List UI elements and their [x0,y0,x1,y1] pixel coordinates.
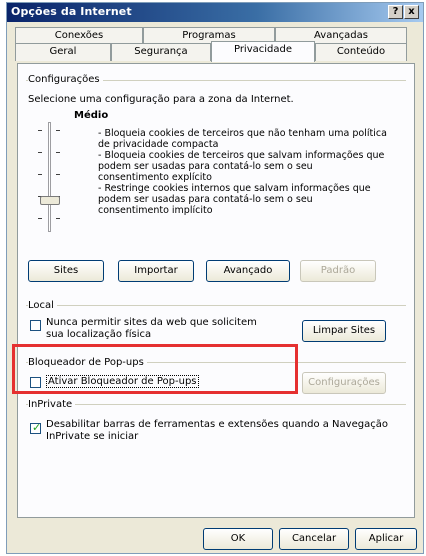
desc-line: podem ser usadas para contatá-lo sem o s… [98,194,313,205]
import-button[interactable]: Importar [118,260,194,282]
slider-tick [38,130,42,131]
clear-sites-button[interactable]: Limpar Sites [302,320,386,342]
zone-prompt: Selecione uma configuração para a zona d… [28,94,294,105]
tab-seguranca[interactable]: Segurança [111,43,211,61]
location-checkbox[interactable] [30,320,41,331]
tab-label: Privacidade [233,44,293,55]
tab-privacidade[interactable]: Privacidade [211,41,315,62]
popup-highlight-box [12,344,298,394]
desc-line: podem ser usadas para contatá-lo sem o s… [98,161,313,172]
checkmark-icon: ✓ [32,421,42,434]
default-button[interactable]: Padrão [300,260,376,282]
internet-options-window: Opções da Internet ? x Conexões Programa… [6,2,424,554]
desc-line: - Restringe cookies internos que salvam … [98,183,371,194]
tab-label: Programas [182,30,236,41]
close-button[interactable]: x [404,5,419,19]
window-title: Opções da Internet [11,5,132,18]
slider-tick [56,152,60,153]
settings-group-label: Configurações [28,74,103,85]
inprivate-label-line1: Desabilitar barras de ferramentas e exte… [46,419,388,430]
desc-line: - Bloqueia cookies de terceiros que não … [98,128,387,139]
desc-line: de privacidade compacta [98,139,219,150]
inprivate-label-line2: InPrivate se iniciar [46,431,139,442]
privacy-panel: Configurações Selecione uma configuração… [17,63,415,518]
tab-label: Avançadas [314,30,368,41]
slider-tick [38,218,42,219]
cancel-button[interactable]: Cancelar [279,528,349,550]
desc-line: consentimento implícito [98,205,213,216]
popup-settings-button[interactable]: Configurações [302,372,386,394]
sites-button[interactable]: Sites [28,260,104,282]
location-label-line2: sua localização física [46,329,152,340]
location-group-label: Local [28,300,57,311]
tab-label: Geral [49,46,77,57]
privacy-level-title: Médio [74,110,109,121]
help-button[interactable]: ? [388,5,403,19]
privacy-slider-track[interactable] [48,122,51,232]
location-separator [26,305,406,306]
apply-button[interactable]: Aplicar [355,528,417,550]
inprivate-separator [26,404,406,405]
slider-tick [56,130,60,131]
location-label-line1: Nunca permitir sites da web que solicite… [46,317,257,328]
privacy-slider-thumb[interactable] [40,196,60,205]
slider-tick [56,218,60,219]
tab-label: Conteúdo [336,46,386,57]
tab-label: Conexões [54,30,104,41]
tab-geral[interactable]: Geral [15,43,111,61]
desc-line: consentimento explícito [98,172,212,183]
inprivate-group-label: InPrivate [28,399,76,410]
ok-button[interactable]: OK [203,528,273,550]
desc-line: - Bloqueia cookies de terceiros que salv… [98,150,385,161]
slider-tick [38,174,42,175]
title-bar[interactable]: Opções da Internet ? x [7,3,423,22]
advanced-button[interactable]: Avançado [206,260,290,282]
slider-tick [38,152,42,153]
tab-label: Segurança [134,46,188,57]
tab-conteudo[interactable]: Conteúdo [315,43,407,61]
inprivate-checkbox[interactable]: ✓ [30,421,42,434]
privacy-description: - Bloqueia cookies de terceiros que não … [98,128,387,216]
slider-tick [56,174,60,175]
